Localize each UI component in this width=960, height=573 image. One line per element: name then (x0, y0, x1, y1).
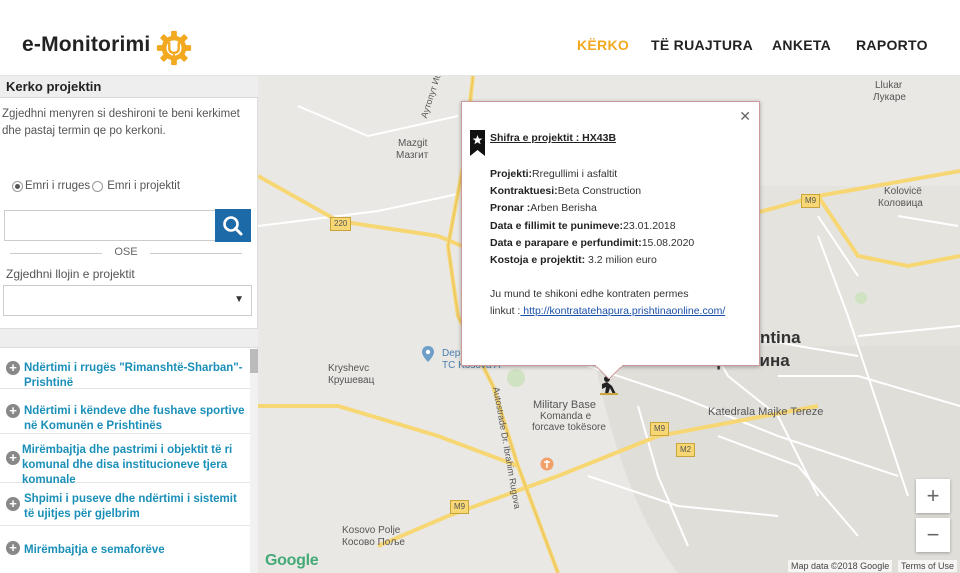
owner-label: Pronar : (490, 202, 531, 214)
search-input[interactable] (4, 210, 215, 241)
scroll-thumb[interactable] (250, 349, 258, 373)
list-scrollbar[interactable] (250, 349, 258, 573)
place-katedrala: Katedrala Majke Tereze (708, 406, 824, 418)
owner-value: Arben Berisha (530, 202, 597, 214)
nav-kerko[interactable]: KËRKO (577, 37, 629, 53)
start-date-label: Data e fillimit te punimeve: (490, 220, 624, 232)
results-header-bar (0, 328, 258, 348)
place-mazgit: Mazgit (398, 138, 428, 149)
plus-circle-icon[interactable]: + (6, 404, 20, 418)
project-type-select[interactable]: ▼ (3, 285, 252, 316)
search-sidebar: Kerko projektin Zgjedhni menyren si desh… (0, 76, 258, 573)
separator-line-right (150, 253, 242, 254)
contractor-label: Kontraktuesi: (490, 185, 558, 197)
popup-row-contractor: Kontraktuesi:Beta Construction (490, 185, 641, 197)
popup-row-project: Projekti:Rregullimi i asfaltit (490, 168, 617, 180)
google-logo: Google (265, 552, 319, 569)
place-forcave: forcave tokësore (532, 422, 606, 433)
radio-street-label: Emri i rruges (25, 180, 91, 192)
end-date-label: Data e parapare e perfundimit: (490, 237, 642, 249)
place-llukar-cyrillic: Лукаре (873, 92, 906, 103)
place-kolovice-cyrillic: Коловица (878, 198, 923, 209)
end-date-value: 15.08.2020 (641, 237, 695, 249)
project-info-popup: ✕ Shifra e projektit : HX43B Projekti:Rr… (461, 101, 760, 366)
project-type-label: Zgjedhni llojin e projektit (6, 267, 135, 281)
popup-row-owner: Pronar :Arben Berisha (490, 202, 597, 214)
road-shield-m9-center: M9 (650, 422, 670, 436)
gear-logo-icon (156, 30, 192, 66)
list-item[interactable]: + Mirëmbajtja e semaforëve (0, 527, 250, 571)
list-item-label[interactable]: Ndërtimi i rrugës "Rimanshtë-Sharban"-Pr… (24, 361, 246, 391)
top-header: e-Monitorimi KËRKO TË RUAJTURA ANKETA RA… (0, 0, 960, 76)
nav-anketa[interactable]: ANKETA (772, 37, 831, 53)
list-item-label[interactable]: Ndërtimi i këndeve dhe fushave sportive … (24, 404, 246, 434)
place-mazgit-cyrillic: Мазгит (396, 150, 429, 161)
plus-circle-icon[interactable]: + (6, 497, 20, 511)
or-separator: OSE (10, 246, 242, 260)
zoom-in-button[interactable]: + (916, 479, 950, 513)
search-icon (223, 216, 243, 236)
contract-link[interactable]: http://kontratatehapura.prishtinaonline.… (520, 305, 725, 317)
place-kryshevc-cyrillic: Крушевац (328, 375, 375, 386)
place-dep: Dep (442, 348, 461, 359)
nav-raporto[interactable]: RAPORTO (856, 37, 928, 53)
popup-note-prefix: linkut : (490, 305, 521, 317)
chevron-down-icon: ▼ (234, 294, 244, 305)
road-shield-m9-south: M9 (450, 500, 470, 514)
radio-project-label: Emri i projektit (107, 180, 181, 192)
place-prishtina-partial: ntina (760, 328, 801, 347)
popup-row-start-date: Data e fillimit te punimeve:23.01.2018 (490, 220, 676, 232)
project-value: Rregullimi i asfaltit (532, 168, 618, 180)
list-item-label[interactable]: Shpimi i puseve dhe ndërtimi i sistemit … (24, 492, 246, 522)
popup-row-cost: Kostoja e projektit: 3.2 milion euro (490, 254, 657, 266)
project-label: Projekti: (490, 168, 533, 180)
plus-circle-icon[interactable]: + (6, 451, 20, 465)
contractor-value: Beta Construction (557, 185, 642, 197)
poi-marker-icon[interactable] (540, 457, 554, 471)
cost-label: Kostoja e projektit: (490, 254, 586, 266)
popup-note-line2: linkut : http://kontratatehapura.prishti… (490, 305, 725, 317)
place-kolovice: Kolovicë (884, 186, 922, 197)
location-pin-icon[interactable] (422, 346, 434, 362)
start-date-value: 23.01.2018 (623, 220, 676, 232)
road-shield-220: 220 (330, 217, 352, 231)
list-item[interactable]: + Ndërtimi i këndeve dhe fushave sportiv… (0, 390, 250, 434)
road-shield-m2: M2 (676, 443, 696, 457)
road-shield-m9-north: M9 (801, 194, 821, 208)
sidebar-title: Kerko projektin (0, 76, 258, 98)
plus-circle-icon[interactable]: + (6, 541, 20, 555)
logo-text[interactable]: e-Monitorimi (22, 33, 150, 57)
place-kosovo-polje-cyrillic: Косово Поље (342, 537, 405, 548)
place-kosovo-polje: Kosovo Polje (342, 525, 401, 536)
list-item[interactable]: + Mirëmbajtja dhe pastrimi i objektit të… (0, 435, 250, 486)
radio-street-name[interactable] (12, 180, 23, 192)
list-item-label[interactable]: Mirëmbajtja dhe pastrimi i objektit të r… (22, 443, 246, 488)
list-item[interactable]: + Ndërtimi i rrugës "Rimanshtë-Sharban"-… (0, 349, 250, 389)
search-mode-radios: Emri i rruges Emri i projektit (12, 180, 180, 192)
zoom-out-button[interactable]: − (916, 518, 950, 552)
place-llukar: Llukar (875, 80, 903, 91)
list-item-label[interactable]: Mirëmbajtja e semaforëve (24, 543, 246, 558)
nav-te-ruajtura[interactable]: TË RUAJTURA (651, 37, 753, 53)
popup-row-end-date: Data e parapare e perfundimit:15.08.2020 (490, 237, 694, 249)
sidebar-description: Zgjedhni menyren si deshironi te beni ke… (2, 108, 240, 137)
or-label: OSE (114, 246, 138, 258)
cost-value: 3.2 milion euro (585, 254, 657, 266)
popup-project-code: Shifra e projektit : HX43B (490, 132, 617, 144)
close-icon[interactable]: ✕ (739, 108, 751, 125)
radio-project-name[interactable] (92, 180, 104, 192)
bookmark-star-icon (470, 130, 485, 156)
popup-pointer-arrow (595, 365, 623, 379)
list-item[interactable]: + Shpimi i puseve dhe ndërtimi i sistemi… (0, 484, 250, 526)
search-button[interactable] (215, 209, 251, 242)
place-kryshevc: Kryshevc (328, 363, 370, 374)
plus-circle-icon[interactable]: + (6, 361, 20, 375)
map-terms-link[interactable]: Terms of Use (898, 560, 958, 572)
place-military-base: Military Base (533, 399, 596, 411)
map-attribution: Map data ©2018 Google (788, 560, 893, 572)
popup-note-line1: Ju mund te shikoni edhe kontraten permes (490, 288, 689, 300)
